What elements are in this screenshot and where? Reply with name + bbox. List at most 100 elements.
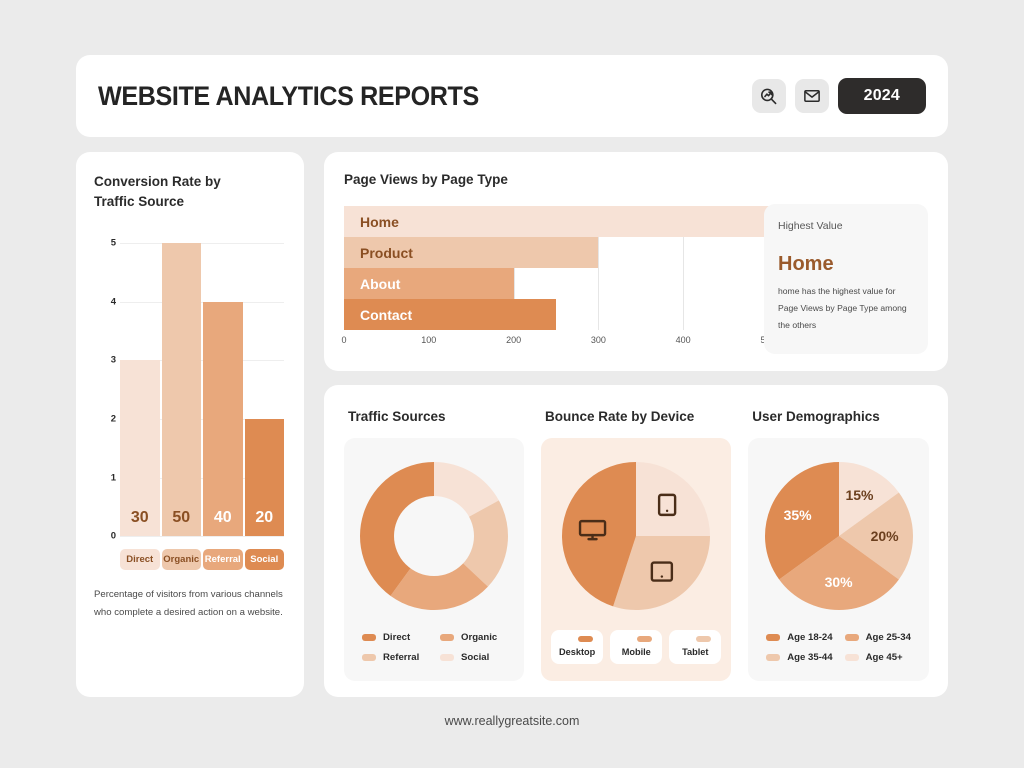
legend-swatch — [766, 634, 781, 641]
legend-swatch — [362, 634, 376, 641]
page-views-bar: Home — [344, 206, 768, 237]
x-axis-tick: 300 — [590, 335, 606, 345]
page-views-chart: HomeProductAboutContact 0100200300400500 — [341, 206, 776, 356]
legend-swatch — [440, 634, 454, 641]
envelope-icon — [803, 90, 820, 102]
page-title: WEBSITE ANALYTICS REPORTS — [98, 80, 479, 111]
legend-pill[interactable]: Mobile — [610, 630, 663, 664]
demographics-body: 15% 20% 30% 35% Age 18-24 Age 25-34 Age 35-44… — [748, 438, 929, 681]
legend-label: Age 18-24 — [787, 632, 833, 643]
x-axis-tick: 200 — [506, 335, 522, 345]
legend-swatch — [766, 654, 781, 661]
demographics-title: User Demographics — [752, 409, 880, 424]
bar-value-label: 30 — [130, 509, 149, 527]
highest-value-name: Home — [778, 253, 834, 275]
page-views-card: Page Views by Page Type Home Product About… — [324, 152, 948, 371]
legend-label: Age 25-34 — [865, 632, 911, 643]
page-views-row[interactable]: About — [344, 268, 768, 299]
bounce-rate-pie — [556, 456, 716, 616]
bar-value-label: 50 — [172, 509, 191, 527]
category-pill[interactable]: Organic — [161, 549, 201, 571]
legend-label: Tablet — [682, 647, 709, 657]
conversion-card-title: Conversion Rate by Traffic Source — [94, 172, 286, 211]
mail-button[interactable] — [794, 79, 829, 113]
page-views-row[interactable]: Product — [344, 237, 768, 268]
category-cell: Direct — [120, 549, 160, 571]
dashboard-page: WEBSITE ANALYTICS REPORTS 2024 Conversio… — [0, 0, 1024, 768]
slice-percentage-label: 35% — [783, 507, 812, 524]
legend-item[interactable]: Social — [440, 652, 506, 663]
demographics-pie: 15% 20% 30% 35% — [759, 456, 919, 616]
x-axis-tick: 0 — [341, 335, 347, 345]
page-views-row[interactable]: Home — [344, 206, 768, 237]
slice-percentage-label: 20% — [870, 528, 899, 544]
header-bar: WEBSITE ANALYTICS REPORTS 2024 — [76, 55, 948, 137]
page-views-x-axis: 0100200300400500 — [341, 332, 775, 352]
legend-swatch — [637, 636, 653, 642]
category-pill[interactable]: Direct — [120, 549, 160, 571]
pie-slice[interactable] — [636, 462, 711, 536]
legend-label: Direct — [383, 632, 411, 643]
traffic-sources-body: Direct Organic Referral Social — [344, 438, 524, 681]
bounce-rate-legend: Desktop Mobile Tablet — [551, 630, 722, 664]
legend-pill[interactable]: Desktop — [551, 630, 604, 664]
bar[interactable]: 30 — [120, 360, 160, 537]
slice-percentage-label: 15% — [845, 487, 874, 503]
bar[interactable]: 20 — [244, 418, 284, 537]
y-axis-tick: 1 — [110, 472, 116, 484]
conversion-note: Percentage of visitors from various chan… — [94, 589, 283, 618]
legend-label: Organic — [461, 632, 498, 643]
conversion-category-labels: Direct Organic Referral Social — [120, 549, 284, 571]
legend-swatch — [844, 654, 859, 661]
highest-value-description: home has the highest value for Page View… — [778, 286, 907, 331]
traffic-sources-title: Traffic Sources — [348, 409, 446, 424]
legend-item[interactable]: Referral — [362, 652, 428, 663]
pie-svg — [562, 462, 711, 610]
highest-value-box: Highest Value Home home has the highest … — [764, 204, 928, 354]
x-axis-tick: 400 — [675, 335, 691, 345]
header-actions: 2024 — [751, 78, 926, 114]
bar-value-label: 40 — [213, 509, 232, 527]
legend-pill[interactable]: Tablet — [669, 630, 722, 664]
page-views-title: Page Views by Page Type — [344, 172, 508, 187]
category-pill[interactable]: Social — [244, 549, 284, 571]
legend-item[interactable]: Organic — [440, 632, 506, 643]
page-views-bars: Home Product About Contact — [344, 206, 769, 330]
bar[interactable]: 40 — [203, 301, 243, 537]
pie-svg — [359, 462, 508, 610]
y-axis-tick: 0 — [110, 530, 116, 542]
legend-label: Age 45+ — [865, 652, 903, 663]
traffic-sources-panel: Traffic Sources Direct Organic Referral Soc… — [340, 401, 528, 681]
traffic-sources-legend: Direct Organic Referral Social — [354, 632, 514, 663]
traffic-sources-donut — [354, 456, 514, 616]
legend-swatch — [578, 636, 594, 642]
legend-label: Referral — [383, 652, 420, 663]
y-axis-tick: 3 — [110, 354, 116, 366]
legend-item[interactable]: Age 18-24 — [766, 632, 833, 643]
conversion-title-line1: Conversion Rate by — [94, 174, 221, 189]
legend-label: Desktop — [559, 647, 596, 657]
bounce-rate-body: Desktop Mobile Tablet — [541, 438, 732, 681]
search-analytics-icon — [761, 88, 777, 104]
bounce-rate-panel: Bounce Rate by Device Desktop Mobile Table… — [537, 401, 735, 681]
page-views-row[interactable]: Contact — [344, 299, 768, 330]
bottom-charts-card: Traffic Sources Direct Organic Referral Soc… — [324, 385, 948, 697]
category-cell: Referral — [203, 549, 243, 571]
legend-item[interactable]: Age 25-34 — [844, 632, 911, 643]
donut-hole — [394, 496, 474, 576]
y-axis-tick: 2 — [110, 413, 116, 425]
conversion-plot-area: 0 1 2 3 4 5 30 50 40 20 — [111, 238, 284, 542]
legend-swatch — [844, 634, 859, 641]
legend-item[interactable]: Age 35-44 — [766, 652, 833, 663]
legend-swatch — [362, 654, 376, 661]
category-pill[interactable]: Referral — [203, 549, 243, 571]
search-analytics-button[interactable] — [751, 79, 786, 113]
conversion-bar-chart: 0 1 2 3 4 5 30 50 40 20 Direct Organic Referral Soc… — [94, 233, 286, 578]
year-badge[interactable]: 2024 — [837, 78, 926, 114]
legend-item[interactable]: Age 45+ — [844, 652, 911, 663]
footer-url: www.reallygreatsite.com — [444, 714, 580, 728]
legend-item[interactable]: Direct — [362, 632, 428, 643]
y-axis-tick: 4 — [110, 296, 116, 308]
bar[interactable]: 50 — [161, 243, 201, 537]
highest-value-label: Highest Value — [778, 220, 843, 232]
